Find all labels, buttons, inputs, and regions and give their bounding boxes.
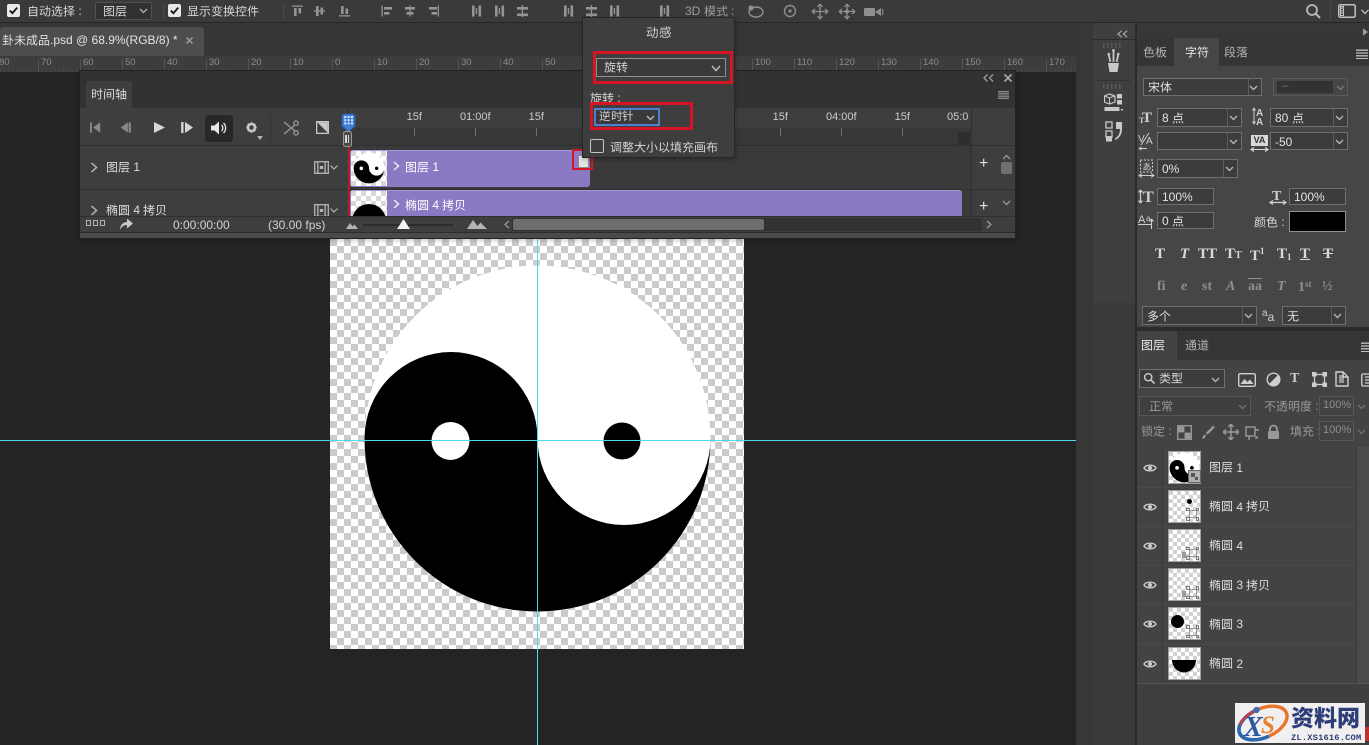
- svg-text:T: T: [1272, 189, 1282, 204]
- svg-text:a: a: [1146, 214, 1151, 223]
- svg-text:T: T: [1143, 189, 1154, 205]
- svg-text:A: A: [1146, 136, 1153, 147]
- svg-text:あ: あ: [1143, 162, 1152, 172]
- svg-text:A: A: [1256, 117, 1263, 126]
- svg-text:T: T: [1139, 116, 1145, 124]
- svg-text:S: S: [1261, 712, 1275, 739]
